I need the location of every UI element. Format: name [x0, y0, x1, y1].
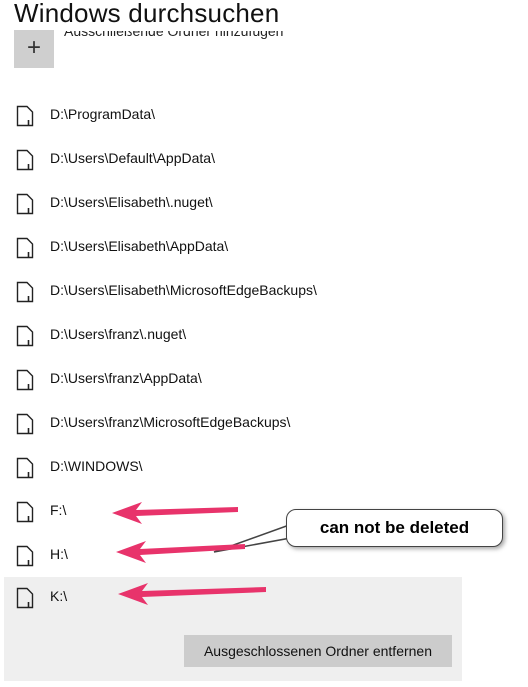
folder-path-label: H:\: [50, 546, 68, 562]
folder-icon: [16, 149, 34, 171]
folder-path-label: D:\Users\Elisabeth\AppData\: [50, 238, 229, 254]
excluded-folder-row[interactable]: D:\ProgramData\: [4, 94, 462, 138]
folder-path-label: D:\ProgramData\: [50, 106, 156, 122]
folder-path-label: D:\Users\franz\AppData\: [50, 370, 202, 386]
excluded-folder-row[interactable]: D:\Users\Elisabeth\.nuget\: [4, 182, 462, 226]
folder-icon: [16, 281, 34, 303]
folder-icon: [16, 545, 34, 567]
folder-icon: [16, 105, 34, 127]
folder-path-label: D:\WINDOWS\: [50, 458, 143, 474]
folder-path-label: D:\Users\Elisabeth\MicrosoftEdgeBackups\: [50, 282, 317, 298]
folder-icon: [16, 501, 34, 523]
add-excluded-folder-button[interactable]: +: [14, 30, 54, 68]
folder-icon: [16, 193, 34, 215]
folder-icon: [16, 369, 34, 391]
excluded-folder-row[interactable]: D:\Users\Elisabeth\AppData\: [4, 226, 462, 270]
annotation-callout: can not be deleted: [286, 509, 503, 547]
folder-icon: [16, 587, 34, 609]
plus-icon: +: [26, 34, 41, 61]
folder-path-label: F:\: [50, 502, 67, 518]
excluded-folder-row[interactable]: D:\Users\Elisabeth\MicrosoftEdgeBackups\: [4, 270, 462, 314]
add-excluded-folder-label[interactable]: Ausschließende Ordner hinzufügen: [64, 31, 283, 43]
folder-path-label: D:\Users\Default\AppData\: [50, 150, 215, 166]
folder-path-label: D:\Users\franz\.nuget\: [50, 326, 187, 342]
page-title: Windows durchsuchen: [14, 0, 280, 28]
remove-excluded-folder-button[interactable]: Ausgeschlossenen Ordner entfernen: [184, 635, 452, 667]
folder-path-label: D:\Users\franz\MicrosoftEdgeBackups\: [50, 414, 291, 430]
folder-path-label: K:\: [50, 588, 68, 604]
excluded-folder-row[interactable]: D:\Users\franz\AppData\: [4, 358, 462, 402]
excluded-folder-row[interactable]: D:\Users\franz\MicrosoftEdgeBackups\: [4, 402, 462, 446]
excluded-folder-row[interactable]: D:\Users\franz\.nuget\: [4, 314, 462, 358]
excluded-folder-row[interactable]: D:\Users\Default\AppData\: [4, 138, 462, 182]
excluded-folder-row[interactable]: D:\WINDOWS\: [4, 446, 462, 490]
folder-icon: [16, 457, 34, 479]
folder-icon: [16, 413, 34, 435]
folder-icon: [16, 325, 34, 347]
folder-path-label: D:\Users\Elisabeth\.nuget\: [50, 194, 213, 210]
folder-icon: [16, 237, 34, 259]
